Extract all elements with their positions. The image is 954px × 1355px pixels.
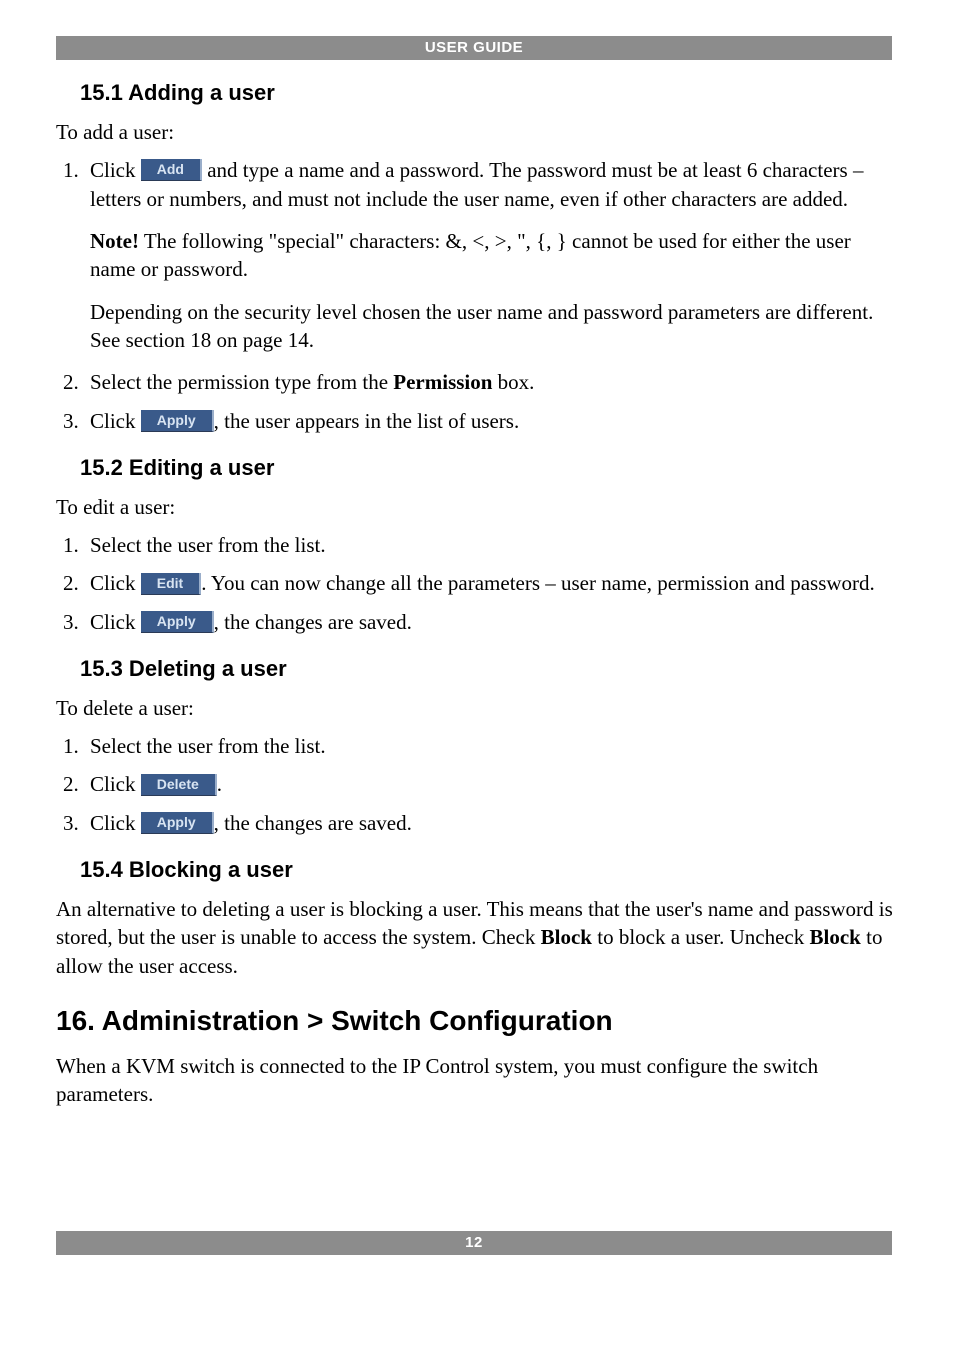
apply-button[interactable]: Apply — [141, 611, 214, 633]
step-15-1-2: Select the permission type from the Perm… — [84, 368, 898, 396]
text: box. — [492, 370, 534, 394]
heading-16: 16. Administration > Switch Configuratio… — [56, 1002, 898, 1040]
heading-15-3: 15.3 Deleting a user — [80, 654, 898, 684]
step-15-1-1: Click Add and type a name and a password… — [84, 156, 898, 354]
intro-15-1: To add a user: — [56, 118, 898, 146]
step-15-3-2: Click Delete. — [84, 770, 898, 798]
delete-button[interactable]: Delete — [141, 774, 217, 796]
step-15-3-1: Select the user from the list. — [84, 732, 898, 760]
text: Click — [90, 409, 141, 433]
text: Click — [90, 571, 141, 595]
step-15-1-3: Click Apply, the user appears in the lis… — [84, 407, 898, 435]
text: Click — [90, 158, 141, 182]
heading-15-1: 15.1 Adding a user — [80, 78, 898, 108]
text: Select the permission type from the — [90, 370, 393, 394]
text: . — [217, 772, 222, 796]
body-15-4: An alternative to deleting a user is blo… — [56, 895, 898, 980]
intro-15-3: To delete a user: — [56, 694, 898, 722]
page-header: USER GUIDE — [56, 36, 892, 60]
text: and type a name and a password. The pass… — [90, 158, 863, 210]
text: , the changes are saved. — [214, 610, 412, 634]
heading-15-4: 15.4 Blocking a user — [80, 855, 898, 885]
step-15-2-3: Click Apply, the changes are saved. — [84, 608, 898, 636]
note-label: Note! — [90, 229, 139, 253]
step-15-2-2: Click Edit. You can now change all the p… — [84, 569, 898, 597]
step-15-3-3: Click Apply, the changes are saved. — [84, 809, 898, 837]
text: Click — [90, 610, 141, 634]
text: . You can now change all the parameters … — [201, 571, 875, 595]
intro-15-2: To edit a user: — [56, 493, 898, 521]
block-label: Block — [541, 925, 592, 949]
edit-button[interactable]: Edit — [141, 573, 201, 595]
steps-15-2: Select the user from the list. Click Edi… — [56, 531, 898, 636]
step-15-2-1: Select the user from the list. — [84, 531, 898, 559]
document-page: USER GUIDE 15.1 Adding a user To add a u… — [0, 0, 954, 1355]
text: , the user appears in the list of users. — [214, 409, 520, 433]
heading-15-2: 15.2 Editing a user — [80, 453, 898, 483]
steps-15-1: Click Add and type a name and a password… — [56, 156, 898, 435]
note-body: The following "special" characters: &, <… — [90, 229, 851, 281]
permission-label: Permission — [393, 370, 492, 394]
apply-button[interactable]: Apply — [141, 812, 214, 834]
text: Click — [90, 811, 141, 835]
depend-text: Depending on the security level chosen t… — [90, 298, 898, 355]
text: to block a user. Uncheck — [592, 925, 810, 949]
text: Click — [90, 772, 141, 796]
steps-15-3: Select the user from the list. Click Del… — [56, 732, 898, 837]
note-block: Note! The following "special" characters… — [90, 227, 898, 284]
page-footer: 12 — [56, 1231, 892, 1255]
body-16: When a KVM switch is connected to the IP… — [56, 1052, 898, 1109]
block-label: Block — [810, 925, 861, 949]
apply-button[interactable]: Apply — [141, 410, 214, 432]
text: , the changes are saved. — [214, 811, 412, 835]
add-button[interactable]: Add — [141, 159, 202, 181]
